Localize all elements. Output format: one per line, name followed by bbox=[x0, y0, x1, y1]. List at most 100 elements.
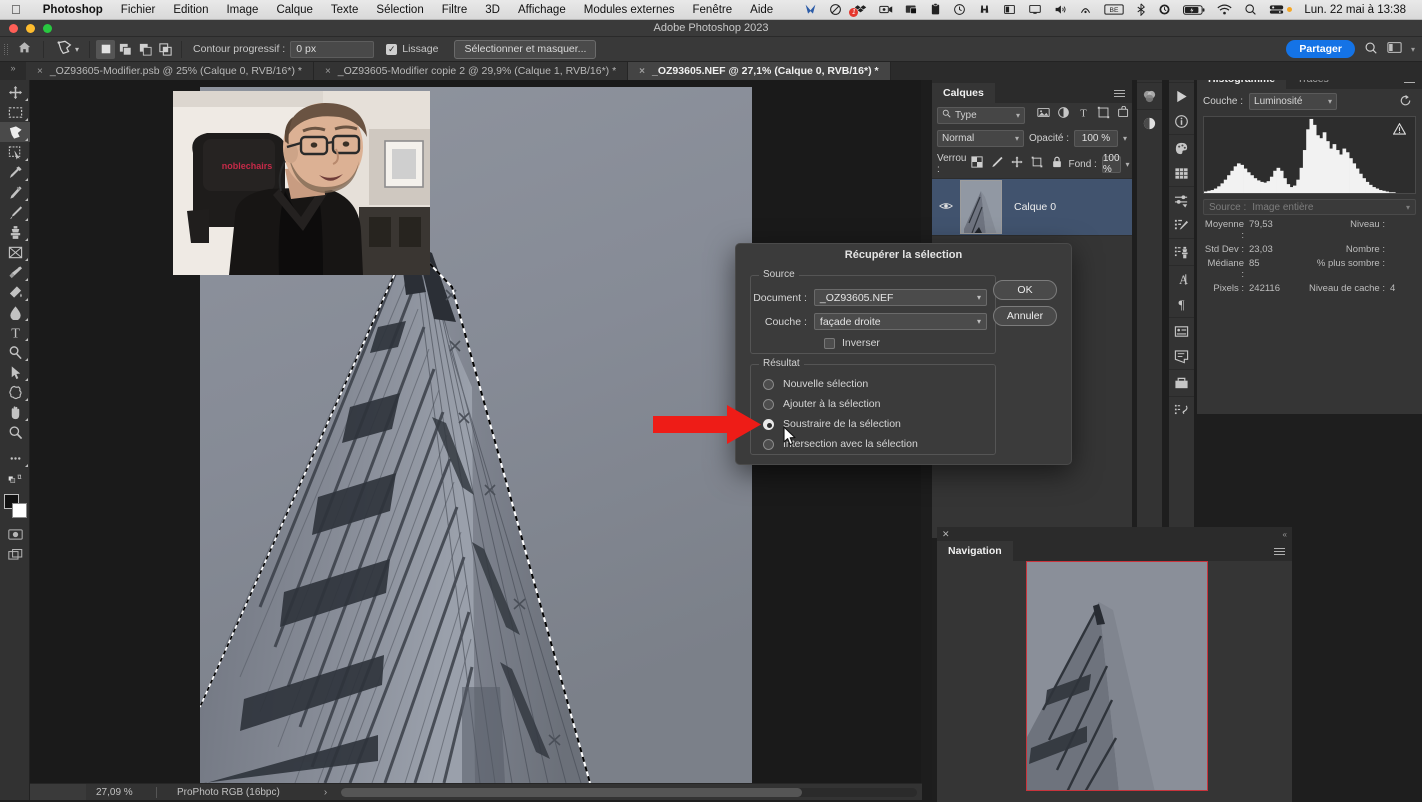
search-icon[interactable] bbox=[1364, 41, 1378, 58]
menu-edition[interactable]: Edition bbox=[164, 0, 217, 20]
adjustment-halfmoon-icon[interactable] bbox=[1137, 111, 1162, 136]
clipboard-icon[interactable] bbox=[924, 0, 947, 20]
zoom-tool[interactable] bbox=[0, 422, 30, 442]
libraries-icon[interactable] bbox=[1169, 371, 1194, 396]
chevron-down-icon[interactable]: ▾ bbox=[1016, 111, 1020, 120]
lock-transparent-icon[interactable] bbox=[971, 155, 984, 173]
brush-settings-icon[interactable] bbox=[1169, 213, 1194, 238]
menu-texte[interactable]: Texte bbox=[322, 0, 368, 20]
edit-toolbar-button[interactable] bbox=[0, 448, 30, 468]
layer-row-calque-0[interactable]: Calque 0 bbox=[932, 178, 1132, 236]
opacity-value[interactable]: 100 % bbox=[1073, 130, 1118, 147]
close-icon[interactable]: × bbox=[639, 66, 645, 77]
menu-filtre[interactable]: Filtre bbox=[433, 0, 477, 20]
chevron-down-icon[interactable]: ▾ bbox=[977, 293, 981, 302]
menu-photoshop[interactable]: Photoshop bbox=[34, 0, 112, 20]
move-tool[interactable] bbox=[0, 82, 30, 102]
keyboard-be-icon[interactable]: BE bbox=[1098, 0, 1130, 20]
zoom-level-field[interactable]: 27,09 % bbox=[86, 787, 156, 798]
swatches-icon[interactable] bbox=[1169, 136, 1194, 161]
horizontal-scrollbar[interactable] bbox=[341, 787, 917, 797]
chevron-down-icon[interactable]: ▾ bbox=[1411, 45, 1415, 54]
webcam-overlay-video[interactable]: noblechairs bbox=[173, 91, 430, 275]
invert-checkbox[interactable] bbox=[824, 337, 835, 349]
adjustments-icon[interactable] bbox=[1169, 188, 1194, 213]
shape-filter-icon[interactable] bbox=[1097, 106, 1110, 124]
cancel-button[interactable]: Annuler bbox=[993, 306, 1057, 326]
selection-mode-subtract-from-selection[interactable] bbox=[136, 40, 155, 59]
document-tab-copie2[interactable]: × _OZ93605-Modifier copie 2 @ 29,9% (Cal… bbox=[313, 62, 629, 80]
lock-image-icon[interactable] bbox=[991, 155, 1004, 173]
battery-icon[interactable] bbox=[1177, 0, 1211, 20]
selection-mode-intersect-selection[interactable] bbox=[156, 40, 175, 59]
chevron-down-icon[interactable]: ▾ bbox=[1123, 134, 1127, 143]
paragraph-icon[interactable]: ¶ bbox=[1169, 292, 1194, 317]
select-and-mask-button[interactable]: Sélectionner et masquer... bbox=[454, 39, 597, 59]
radio-nouvelle-selection[interactable] bbox=[763, 378, 774, 390]
document-tab-nef[interactable]: × _OZ93605.NEF @ 27,1% (Calque 0, RVB/16… bbox=[628, 62, 891, 80]
menu-selection[interactable]: Sélection bbox=[367, 0, 432, 20]
channel-select[interactable]: Luminosité ▾ bbox=[1249, 93, 1338, 110]
airmail-icon[interactable] bbox=[899, 0, 924, 20]
quick-mask-icon[interactable] bbox=[0, 524, 30, 544]
path-selection-tool[interactable] bbox=[0, 362, 30, 382]
clone-stamp-tool[interactable] bbox=[0, 222, 30, 242]
shape-tool[interactable] bbox=[0, 382, 30, 402]
ok-button[interactable]: OK bbox=[993, 280, 1057, 300]
do-not-disturb-icon[interactable] bbox=[823, 0, 848, 20]
active-tool-selector[interactable]: ▾ bbox=[50, 37, 83, 61]
healing-brush-tool[interactable] bbox=[0, 182, 30, 202]
timemachine-icon[interactable] bbox=[1152, 0, 1177, 20]
layer-filter-select[interactable]: Type ▾ bbox=[937, 106, 1025, 124]
selection-mode-group[interactable] bbox=[96, 39, 175, 59]
radio-row-ajouter-a-la-selection[interactable]: Ajouter à la sélection bbox=[751, 398, 995, 410]
status-bar-grip[interactable] bbox=[30, 784, 86, 800]
document-tab-psb[interactable]: × _OZ93605-Modifier.psb @ 25% (Calque 0,… bbox=[26, 62, 314, 80]
close-icon[interactable]: × bbox=[325, 66, 331, 77]
chevron-right-icon[interactable]: › bbox=[286, 787, 327, 798]
wifi-icon[interactable] bbox=[1211, 0, 1238, 20]
menu-image[interactable]: Image bbox=[217, 0, 267, 20]
object-selection-tool[interactable] bbox=[0, 142, 30, 162]
antialias-checkbox[interactable]: ✓ Lissage bbox=[374, 43, 438, 55]
navigator-panel-header[interactable]: ✕ « bbox=[937, 527, 1292, 541]
pixel-filter-icon[interactable] bbox=[1037, 106, 1050, 124]
chevron-down-icon[interactable]: ▾ bbox=[977, 317, 981, 326]
spotlight-icon[interactable] bbox=[1238, 0, 1263, 20]
menu-modules-externes[interactable]: Modules externes bbox=[575, 0, 684, 20]
chevron-down-icon[interactable]: ▾ bbox=[1126, 160, 1130, 169]
share-button[interactable]: Partager bbox=[1286, 40, 1355, 58]
menu-fichier[interactable]: Fichier bbox=[112, 0, 165, 20]
screen-record-icon[interactable] bbox=[873, 0, 899, 20]
eyedropper-tool[interactable] bbox=[0, 162, 30, 182]
radio-ajouter-a-la-selection[interactable] bbox=[763, 398, 774, 410]
dodge-tool[interactable] bbox=[0, 342, 30, 362]
lock-icon-group[interactable] bbox=[971, 155, 1063, 173]
document-select[interactable]: _OZ93605.NEF ▾ bbox=[813, 289, 987, 306]
layer-thumbnail[interactable] bbox=[960, 180, 1002, 234]
chevron-double-right-icon[interactable]: » bbox=[0, 62, 26, 80]
radio-intersection-avec-la-selection[interactable] bbox=[763, 438, 774, 450]
refresh-icon[interactable] bbox=[1399, 94, 1416, 110]
gradient-tool[interactable] bbox=[0, 282, 30, 302]
layer-filter-icon-group[interactable]: T bbox=[1030, 105, 1130, 124]
fill-value[interactable]: 100 % bbox=[1101, 153, 1121, 175]
warning-icon[interactable] bbox=[1392, 122, 1407, 140]
properties-icon[interactable] bbox=[1169, 319, 1194, 344]
menu-fenetre[interactable]: Fenêtre bbox=[684, 0, 742, 20]
info-icon[interactable] bbox=[1169, 109, 1194, 134]
home-icon[interactable] bbox=[11, 41, 37, 57]
binoculars-icon[interactable] bbox=[972, 0, 997, 20]
menu-bar-clock[interactable]: Lun. 22 mai à 13:38 bbox=[1298, 4, 1414, 16]
radio-soustraire-de-la-selection[interactable] bbox=[763, 418, 774, 430]
close-icon[interactable]: × bbox=[37, 66, 43, 77]
selection-mode-add-to-selection[interactable] bbox=[116, 40, 135, 59]
lock-position-icon[interactable] bbox=[1011, 155, 1024, 173]
menu-aide[interactable]: Aide bbox=[741, 0, 782, 20]
contrast-icon[interactable] bbox=[997, 0, 1022, 20]
chevron-down-icon[interactable]: ▾ bbox=[75, 45, 79, 54]
history-brush-tool[interactable] bbox=[0, 242, 30, 262]
bluetooth-icon[interactable] bbox=[1130, 0, 1152, 20]
blur-tool[interactable] bbox=[0, 302, 30, 322]
chevron-down-icon[interactable]: ▾ bbox=[1015, 134, 1019, 143]
